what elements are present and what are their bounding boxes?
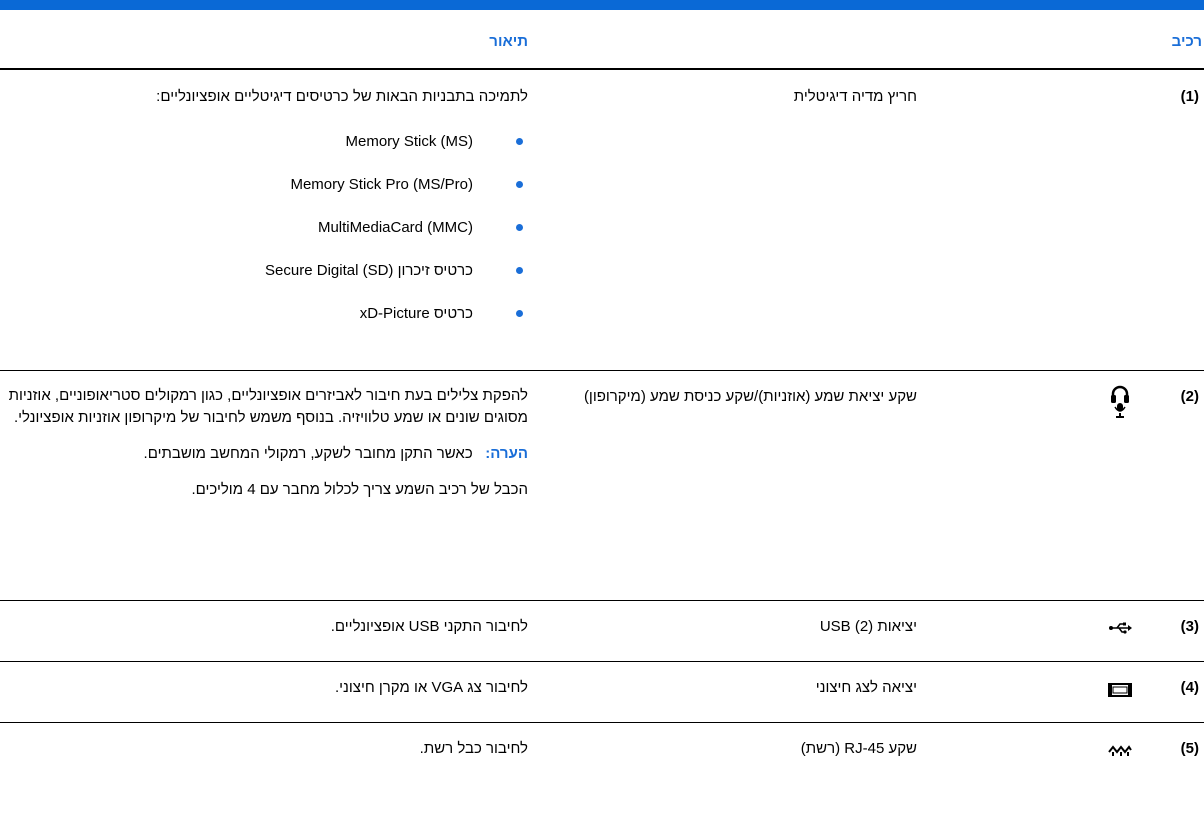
table-row: (4) יציאה לצג חיצוני לחיבור צג VGA או מק… xyxy=(0,662,1204,722)
bullet-icon xyxy=(516,267,523,274)
monitor-port-icon xyxy=(1108,683,1132,707)
component-description: לחיבור צג VGA או מקרן חיצוני. xyxy=(0,677,528,699)
bullet-icon xyxy=(516,138,523,145)
list-item: כרטיס זיכרון Secure Digital (SD) xyxy=(0,260,528,280)
list-item: MultiMediaCard (MMC) xyxy=(0,217,528,237)
component-name: שקע יציאת שמע (אוזניות)/שקע כניסת שמע (מ… xyxy=(583,388,917,405)
row-number: (1) xyxy=(1180,88,1199,105)
bullet-icon xyxy=(516,310,523,317)
table-row: (1) חריץ מדיה דיגיטלית לתמיכה בתבניות הב… xyxy=(0,70,1204,370)
network-jack-icon xyxy=(1108,743,1132,767)
component-description: לחיבור התקני USB אופציונליים. xyxy=(0,616,528,638)
headset-microphone-icon xyxy=(1108,384,1132,418)
table-header: רכיב תיאור xyxy=(0,10,1204,70)
description-intro: לתמיכה בתבניות הבאות של כרטיסים דיגיטליי… xyxy=(156,88,528,105)
component-description: להפקת צלילים בעת חיבור לאביזרים אופציונל… xyxy=(0,385,528,501)
table-row: (3) יציאות USB (2) לחיבור התקני USB אופצ… xyxy=(0,601,1204,661)
usb-icon xyxy=(1108,620,1132,644)
row-number: (4) xyxy=(1180,679,1199,696)
table-row: (5) שקע RJ-45 (רשת) לחיבור כבל רשת. xyxy=(0,723,1204,783)
row-number: (5) xyxy=(1180,740,1199,757)
row-number: (2) xyxy=(1180,388,1199,405)
description-paragraph: להפקת צלילים בעת חיבור לאביזרים אופציונל… xyxy=(8,387,528,426)
header-component: רכיב xyxy=(1171,33,1202,50)
header-description: תיאור xyxy=(489,33,528,50)
component-name: יציאות USB (2) xyxy=(819,618,917,635)
top-accent-bar xyxy=(0,0,1204,10)
component-name: חריץ מדיה דיגיטלית xyxy=(793,88,917,105)
bullet-icon xyxy=(516,181,523,188)
row-number: (3) xyxy=(1180,618,1199,635)
description-footer: הכבל של רכיב השמע צריך לכלול מחבר עם 4 מ… xyxy=(191,481,528,498)
table-row: (2) שקע יציאת שמע (אוזניות)/שקע כניסת שמ… xyxy=(0,371,1204,600)
bullet-icon xyxy=(516,224,523,231)
component-name: יציאה לצג חיצוני xyxy=(815,679,917,696)
list-item: כרטיס xD-Picture xyxy=(0,303,528,323)
card-format-list: Memory Stick (MS) Memory Stick Pro (MS/P… xyxy=(0,131,528,323)
note-label: הערה: xyxy=(485,445,528,462)
description-text: לחיבור כבל רשת. xyxy=(419,740,528,757)
note: הערה: כאשר התקן מחובר לשקע, רמקולי המחשב… xyxy=(0,443,528,465)
note-text: כאשר התקן מחובר לשקע, רמקולי המחשב מושבת… xyxy=(143,445,473,462)
component-description: לחיבור כבל רשת. xyxy=(0,738,528,760)
description-text: לחיבור התקני USB אופציונליים. xyxy=(330,618,528,635)
component-description: לתמיכה בתבניות הבאות של כרטיסים דיגיטליי… xyxy=(0,86,528,323)
list-item: Memory Stick (MS) xyxy=(0,131,528,151)
description-text: לחיבור צג VGA או מקרן חיצוני. xyxy=(334,679,528,696)
component-name: שקע RJ-45 (רשת) xyxy=(800,740,917,757)
list-item: Memory Stick Pro (MS/Pro) xyxy=(0,174,528,194)
